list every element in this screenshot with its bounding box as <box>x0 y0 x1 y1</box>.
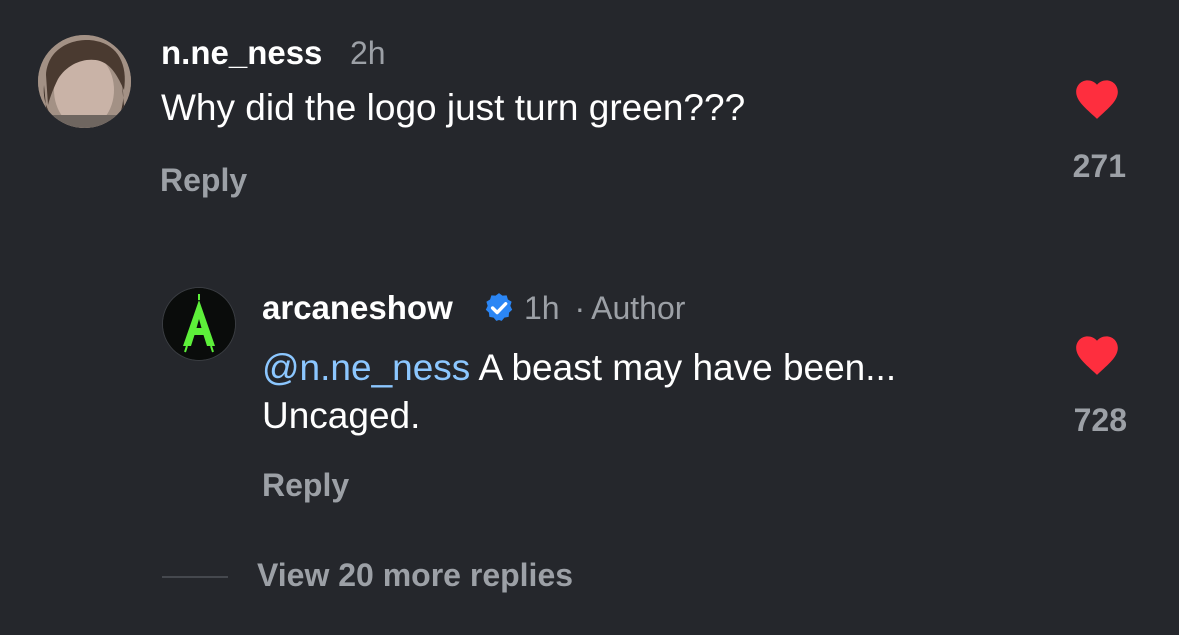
verified-badge-icon <box>482 291 516 325</box>
comment-time: 2h <box>350 35 386 71</box>
like-heart-icon[interactable] <box>1072 330 1122 376</box>
reply-time: 1h <box>524 290 560 326</box>
reply-meta: 1h · Author <box>524 290 685 327</box>
user-avatar[interactable] <box>38 35 131 128</box>
author-label: Author <box>591 290 686 326</box>
like-heart-icon[interactable] <box>1072 74 1122 120</box>
like-count: 728 <box>1073 402 1127 438</box>
user-photo-avatar <box>38 35 131 128</box>
like-count: 271 <box>1072 148 1126 184</box>
reply-button[interactable]: Reply <box>160 162 247 199</box>
reply-text-line2: Uncaged. <box>262 395 421 436</box>
replies-divider <box>162 576 228 578</box>
comment-username[interactable]: n.ne_ness <box>161 34 322 72</box>
comment-thread: n.ne_ness 2h Why did the logo just turn … <box>0 0 1179 635</box>
meta-separator: · <box>574 290 586 326</box>
reply-text: @n.ne_ness A beast may have been... Unca… <box>262 344 896 440</box>
mention-link[interactable]: @n.ne_ness <box>262 347 470 388</box>
comment-text: Why did the logo just turn green??? <box>161 87 746 128</box>
view-more-replies-button[interactable]: View 20 more replies <box>257 557 573 594</box>
arcane-logo-icon <box>163 288 235 360</box>
reply-username[interactable]: arcaneshow <box>262 289 453 327</box>
reply-button[interactable]: Reply <box>262 467 349 504</box>
arcane-avatar[interactable] <box>163 288 235 360</box>
reply-text-line1: A beast may have been... <box>470 347 897 388</box>
